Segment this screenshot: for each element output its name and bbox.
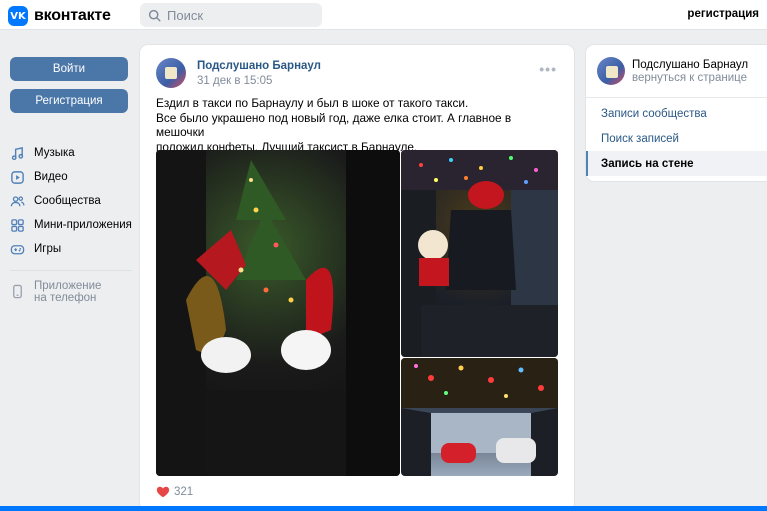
sidebar-item-label: Игры xyxy=(34,243,62,255)
post-photo-top-right[interactable] xyxy=(401,150,558,357)
sidebar-item-label: Мини-приложения xyxy=(34,219,132,231)
mobile-app-label-line1: Приложение xyxy=(34,280,102,292)
right-panel-divider xyxy=(586,97,767,98)
sidebar-item-mobile-app[interactable]: Приложение на телефон xyxy=(10,280,132,304)
taxi-interior-photo xyxy=(401,150,558,357)
back-to-page-link[interactable]: вернуться к странице xyxy=(632,72,747,84)
sidebar-item-mini-apps[interactable]: Мини-приложения xyxy=(10,213,132,237)
search-input[interactable] xyxy=(167,7,317,23)
bottom-accent-bar xyxy=(0,506,767,511)
heart-icon xyxy=(156,486,170,498)
community-name[interactable]: Подслушано Барнаул xyxy=(632,59,748,71)
right-panel: Подслушано Барнаул вернуться к странице … xyxy=(586,45,767,181)
vk-logo[interactable]: VK вконтакте xyxy=(8,6,111,26)
post-date[interactable]: 31 дек в 15:05 xyxy=(197,75,272,87)
post-author[interactable]: Подслушано Барнаул xyxy=(197,60,321,72)
gamepad-icon xyxy=(10,244,25,254)
mobile-app-label-line2: на телефон xyxy=(34,292,97,304)
music-icon xyxy=(11,146,24,160)
post-photo-bottom-right[interactable] xyxy=(401,358,558,476)
community-avatar[interactable] xyxy=(156,58,186,88)
post-photo-main[interactable] xyxy=(156,150,400,476)
top-header: VK вконтакте регистрация xyxy=(0,0,767,30)
sidebar-item-label: Сообщества xyxy=(34,195,101,207)
communities-icon xyxy=(10,195,25,206)
sidebar-item-communities[interactable]: Сообщества xyxy=(10,189,132,213)
post-text-line: Все было украшено под новый год, даже ел… xyxy=(156,110,512,140)
like-button[interactable]: 321 xyxy=(156,485,193,499)
phone-icon xyxy=(13,284,22,299)
menu-item-wall-post[interactable]: Запись на стене xyxy=(586,151,767,176)
search-icon xyxy=(148,9,161,22)
mobile-app-label: Приложение на телефон xyxy=(34,280,101,304)
more-options-icon[interactable]: ••• xyxy=(539,62,557,76)
video-icon xyxy=(11,170,24,184)
sidebar-item-games[interactable]: Игры xyxy=(10,237,132,261)
sidebar-item-label: Видео xyxy=(34,171,68,183)
community-avatar[interactable] xyxy=(597,57,625,85)
sidebar-item-label: Музыка xyxy=(34,147,75,159)
login-button[interactable]: Войти xyxy=(10,57,128,81)
header-register-link[interactable]: регистрация xyxy=(687,8,759,20)
post-text: Ездил в такси по Барнаулу и был в шоке о… xyxy=(156,96,556,154)
sidebar-divider xyxy=(10,270,132,271)
sidebar-item-music[interactable]: Музыка xyxy=(10,141,132,165)
logo-text: вконтакте xyxy=(34,7,111,24)
vk-logo-icon: VK xyxy=(8,6,28,26)
sidebar-item-video[interactable]: Видео xyxy=(10,165,132,189)
search-box[interactable] xyxy=(140,3,322,27)
like-count: 321 xyxy=(174,486,194,498)
menu-item-community-posts[interactable]: Записи сообщества xyxy=(586,101,767,126)
register-button[interactable]: Регистрация xyxy=(10,89,128,113)
post-text-line: Ездил в такси по Барнаулу и был в шоке о… xyxy=(156,96,469,110)
christmas-tree-photo xyxy=(156,150,400,476)
taxi-ceiling-photo xyxy=(401,358,558,476)
sidebar-nav: Музыка Видео Сообщества Мини-приложения … xyxy=(10,141,132,304)
wall-post: Подслушано Барнаул 31 дек в 15:05 ••• Ез… xyxy=(140,45,574,511)
mini-apps-icon xyxy=(11,218,24,232)
menu-item-search-posts[interactable]: Поиск записей xyxy=(586,126,767,151)
